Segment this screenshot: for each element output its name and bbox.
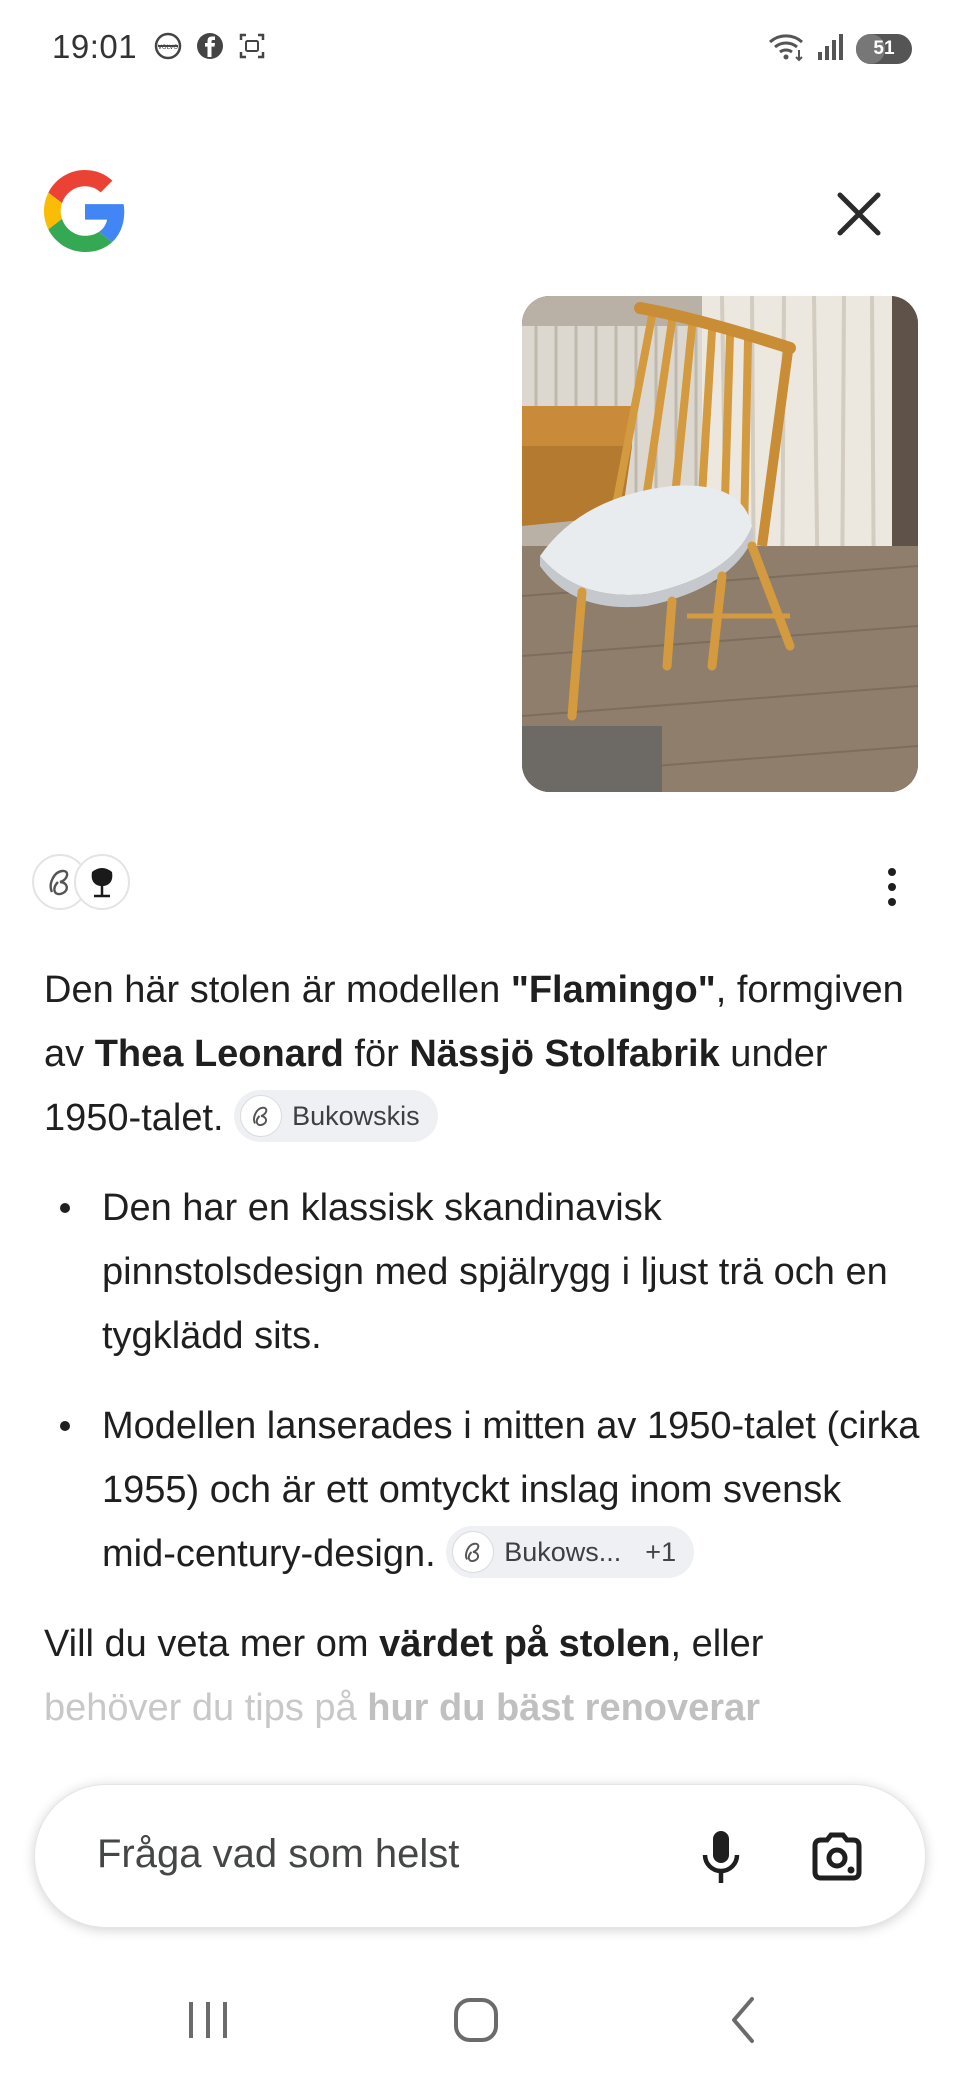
more-vert-icon xyxy=(888,868,896,876)
back-icon xyxy=(732,1997,754,2043)
svg-text:VOLVO: VOLVO xyxy=(158,44,178,51)
manufacturer-name: Nässjö Stolfabrik xyxy=(409,1033,720,1075)
answer-outro: Vill du veta mer om värdet på stolen, el… xyxy=(44,1623,764,1729)
google-logo-icon xyxy=(44,170,126,252)
screenshot-icon xyxy=(236,30,268,67)
source-chip-label: Bukows... xyxy=(504,1536,622,1567)
facebook-icon xyxy=(194,30,226,67)
battery-icon: 51 xyxy=(856,33,912,64)
status-notification-icons: VOLVO xyxy=(152,30,268,67)
bukowskis-logo-icon xyxy=(240,1094,283,1137)
battery-percent: 51 xyxy=(873,37,895,59)
more-options-button[interactable] xyxy=(872,862,912,912)
signal-icon xyxy=(816,30,846,67)
answer-bullets: Den har en klassisk skandinavisk pinnsto… xyxy=(44,1176,924,1586)
source-avatars[interactable] xyxy=(32,854,130,910)
status-system-icons: 51 xyxy=(766,30,912,67)
egg-chair-avatar xyxy=(74,854,130,910)
back-button[interactable] xyxy=(694,1982,794,2058)
ai-answer: Den här stolen är modellen "Flamingo", f… xyxy=(44,958,924,1740)
list-item: Modellen lanserades i mitten av 1950-tal… xyxy=(44,1394,924,1586)
volvo-icon: VOLVO xyxy=(152,30,184,67)
wifi-icon xyxy=(766,30,806,67)
status-time: 19:01 xyxy=(52,28,138,65)
recent-apps-icon xyxy=(189,2002,227,2038)
faded-continuation: behöver du tips på hur du bäst renoverar xyxy=(44,1687,760,1729)
status-bar: 19:01 VOLVO 51 xyxy=(0,0,960,100)
lens-search-button[interactable] xyxy=(799,1819,875,1895)
model-name: "Flamingo" xyxy=(510,969,716,1011)
source-chip-bukowskis-multi[interactable]: Bukows... +1 xyxy=(446,1525,695,1578)
ask-input-placeholder[interactable]: Fråga vad som helst xyxy=(97,1832,459,1877)
home-icon xyxy=(454,1998,498,2042)
close-icon xyxy=(837,192,881,236)
designer-name: Thea Leonard xyxy=(94,1033,344,1075)
source-chip-bukowskis[interactable]: Bukowskis xyxy=(234,1089,438,1142)
voice-input-button[interactable] xyxy=(683,1819,759,1895)
uploaded-chair-photo[interactable] xyxy=(522,296,918,792)
source-chip-label: Bukowskis xyxy=(292,1100,420,1131)
system-nav-bar xyxy=(0,1960,960,2080)
google-lens-icon xyxy=(812,1832,862,1881)
source-chip-extra-count: +1 xyxy=(645,1536,677,1567)
bukowskis-logo-icon xyxy=(452,1530,495,1573)
chair-photo-illustration xyxy=(522,296,918,792)
home-button[interactable] xyxy=(426,1982,526,2058)
close-button[interactable] xyxy=(820,175,898,253)
ask-input-bar[interactable]: Fråga vad som helst xyxy=(34,1784,926,1928)
list-item: Den har en klassisk skandinavisk pinnsto… xyxy=(44,1176,924,1368)
egg-chair-icon xyxy=(91,868,113,898)
microphone-icon xyxy=(702,1831,740,1883)
recent-apps-button[interactable] xyxy=(158,1982,258,2058)
answer-intro: Den här stolen är modellen "Flamingo", f… xyxy=(44,958,924,1150)
